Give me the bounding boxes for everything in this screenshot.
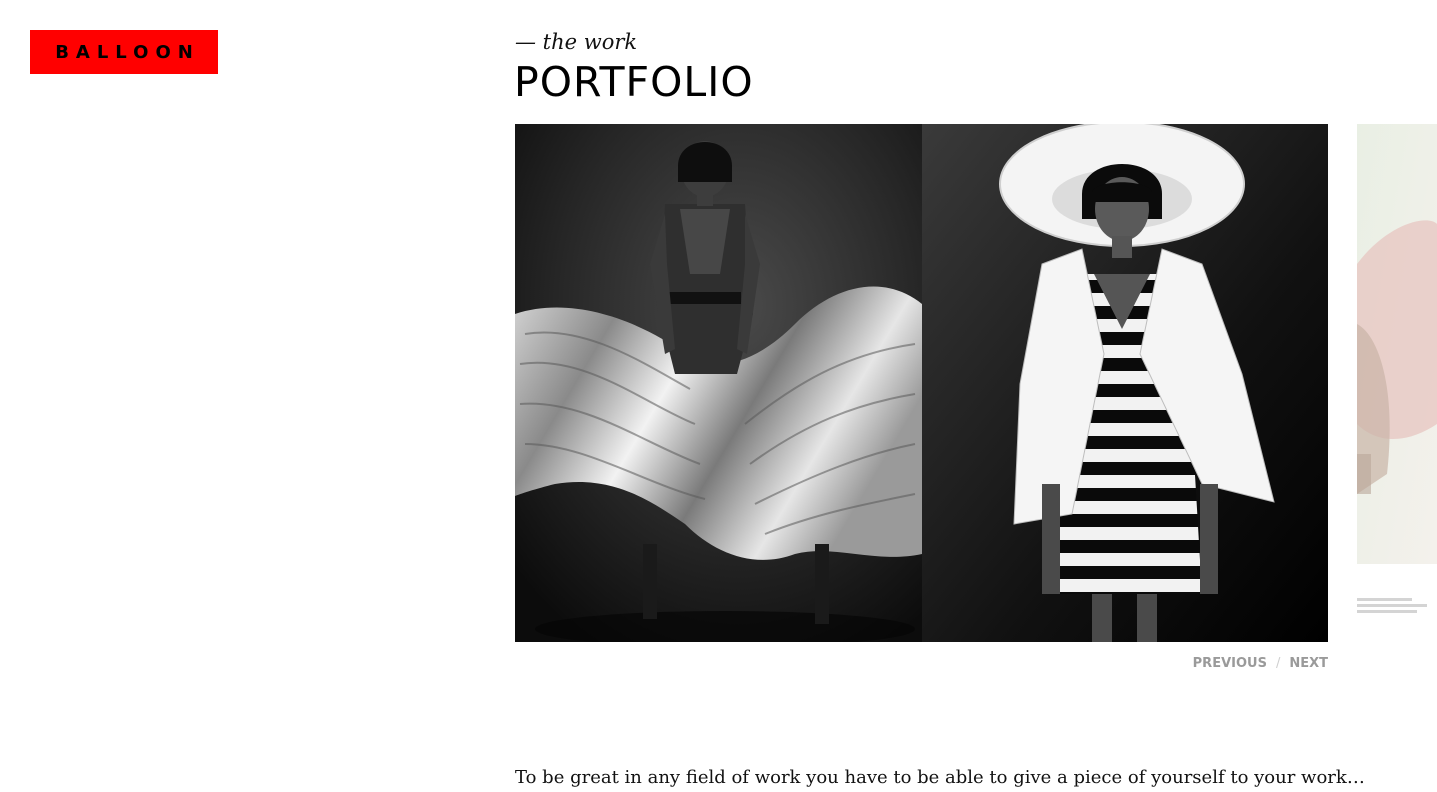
gallery-image-striped-dress[interactable] bbox=[922, 124, 1328, 642]
photo-flowing-skirt bbox=[515, 124, 922, 642]
page-title: PORTFOLIO bbox=[514, 58, 754, 106]
photo-next-preview bbox=[1357, 124, 1437, 642]
pager-separator: / bbox=[1275, 656, 1281, 671]
balloon-logo[interactable]: BALLOON bbox=[30, 30, 218, 74]
intro-paragraph: To be great in any field of work you hav… bbox=[515, 767, 1365, 788]
next-button[interactable]: NEXT bbox=[1289, 656, 1328, 671]
portfolio-gallery[interactable] bbox=[515, 124, 1437, 642]
previous-button[interactable]: PREVIOUS bbox=[1193, 656, 1267, 671]
gallery-pager: PREVIOUS / NEXT bbox=[1193, 656, 1328, 671]
logo-text: BALLOON bbox=[55, 41, 200, 63]
photo-striped-dress bbox=[922, 124, 1328, 642]
section-kicker: — the work bbox=[515, 30, 638, 54]
gallery-image-next-preview[interactable] bbox=[1357, 124, 1437, 642]
gallery-image-flowing-skirt[interactable] bbox=[515, 124, 922, 642]
